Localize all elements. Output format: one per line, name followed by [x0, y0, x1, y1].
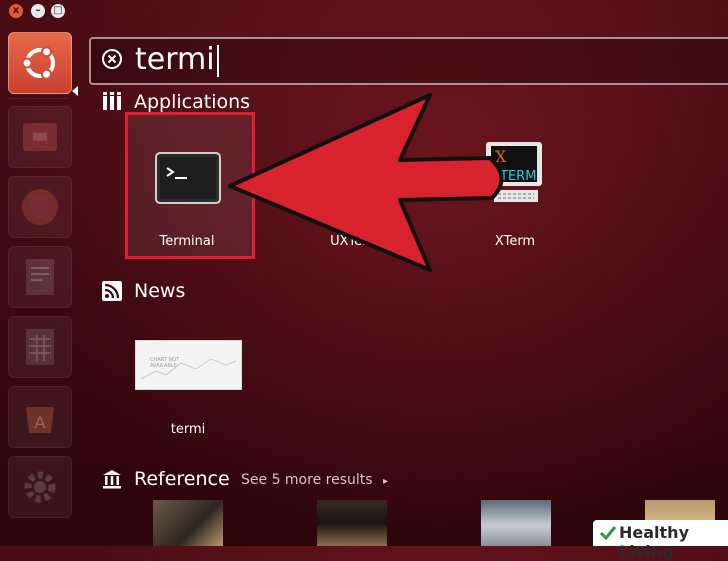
reference-section-title: Reference [134, 468, 230, 490]
news-item-label[interactable]: termi [123, 422, 253, 437]
watermark-text: Healthy Living [619, 523, 689, 561]
reference-thumbnail-1[interactable] [153, 500, 223, 546]
chevron-right-icon: ▸ [383, 476, 389, 487]
news-thumbnail[interactable]: CHART NOT AVAILABLE [135, 340, 242, 390]
annotation-arrow-icon [228, 93, 504, 272]
reference-thumbnail-3[interactable] [481, 500, 551, 546]
check-leaf-icon [599, 526, 617, 541]
healthy-living-watermark: Healthy Living [593, 520, 728, 561]
reference-building-icon [103, 470, 121, 489]
see-more-results-link[interactable]: See 5 more results ▸ [241, 472, 388, 488]
rss-feed-icon [102, 281, 122, 301]
news-section-title: News [134, 280, 186, 302]
reference-thumbnail-2[interactable] [317, 500, 387, 546]
see-more-results-label: See 5 more results [241, 472, 373, 488]
chart-not-available-text: CHART NOT AVAILABLE [150, 357, 180, 369]
